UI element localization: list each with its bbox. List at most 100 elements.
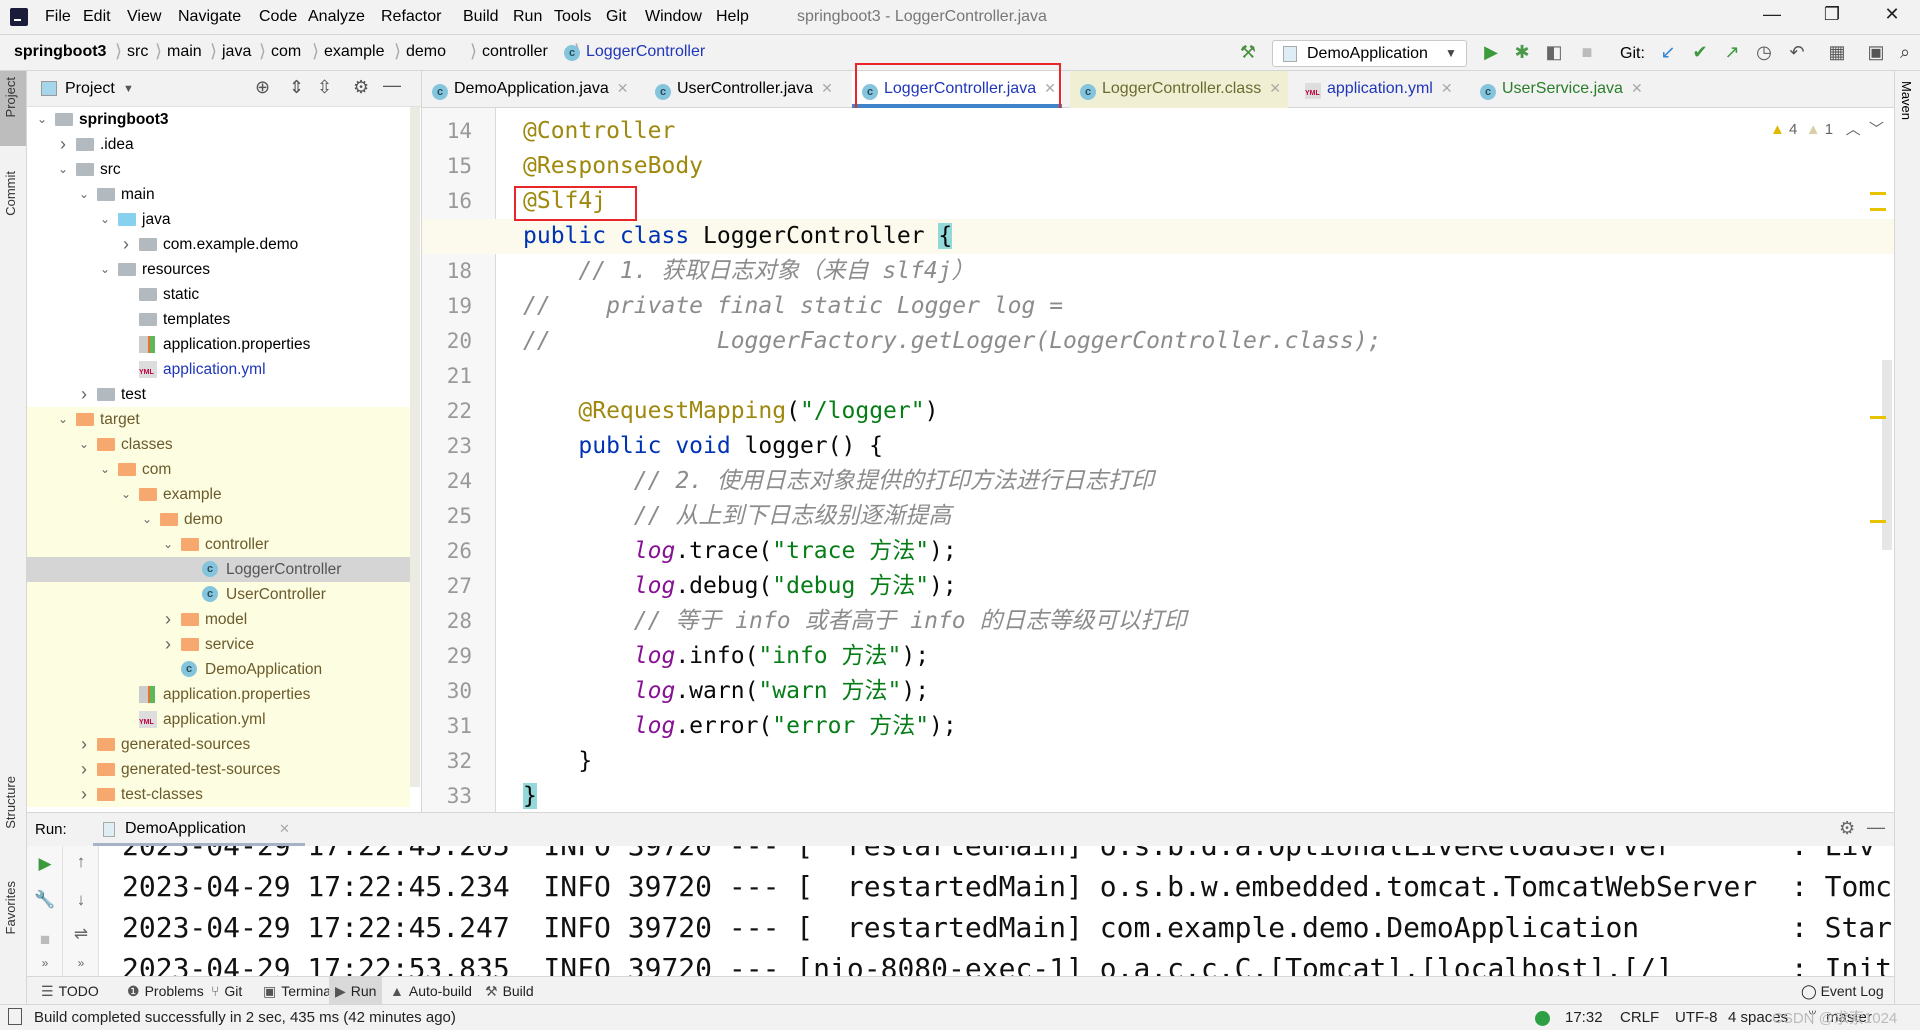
menu-code[interactable]: Code (259, 8, 297, 26)
history-clock-icon[interactable]: ◷ (1752, 42, 1776, 63)
code-line[interactable]: log.info("info 方法"); (523, 639, 929, 674)
code-line[interactable]: log.debug("debug 方法"); (523, 569, 957, 604)
tree-item[interactable]: ⌄ com (27, 457, 410, 482)
chevron-down-icon[interactable]: ⌄ (140, 507, 154, 532)
chevron-down-icon[interactable]: ⌄ (98, 257, 112, 282)
code-line[interactable]: public class LoggerController { (523, 219, 953, 254)
tree-item[interactable]: YML application.yml (27, 357, 410, 382)
wrench-icon[interactable]: 🔧 (32, 890, 58, 910)
chevron-right-icon[interactable]: › (56, 132, 70, 157)
chevron-down-icon[interactable]: ⌄ (77, 432, 91, 457)
tree-item[interactable]: › com.example.demo (27, 232, 410, 257)
tool-tab-commit[interactable]: Commit (3, 171, 18, 216)
breadcrumb-example[interactable]: example (324, 43, 384, 61)
error-stripe-mark[interactable] (1870, 208, 1886, 211)
console-output[interactable]: 2023-04-29 17:22:45.205 INFO 39720 --- [… (122, 846, 1894, 977)
code-editor[interactable]: 1415161718192021222324252627282930313233… (422, 108, 1894, 812)
close-tab-icon[interactable]: ✕ (617, 80, 629, 96)
chevron-down-icon[interactable]: ⌄ (56, 157, 70, 182)
code-line[interactable]: @ResponseBody (523, 149, 703, 184)
git-commit-check-icon[interactable]: ✔ (1688, 42, 1712, 63)
breadcrumb-loggercontroller[interactable]: LoggerController (586, 43, 705, 61)
breadcrumb-src[interactable]: src (127, 43, 148, 61)
chevron-down-icon[interactable]: ⌄ (119, 482, 133, 507)
breadcrumb-controller[interactable]: controller (482, 43, 548, 61)
menu-tools[interactable]: Tools (554, 8, 591, 26)
breadcrumb-java[interactable]: java (222, 43, 251, 61)
tool-tab-git[interactable]: ⑂ Git (205, 977, 248, 1005)
chevron-right-icon[interactable]: › (77, 782, 91, 807)
tree-item[interactable]: ⌄ classes (27, 432, 410, 457)
project-view-selector[interactable]: Project (65, 80, 115, 98)
tree-item[interactable]: › test-classes (27, 782, 410, 807)
debug-bug-icon[interactable]: ✱ (1510, 42, 1534, 63)
tree-item[interactable]: › test (27, 382, 410, 407)
menu-build[interactable]: Build (463, 8, 499, 26)
tab-demoapplication-java[interactable]: c DemoApplication.java ✕ (422, 71, 637, 108)
chevron-right-icon[interactable]: › (77, 382, 91, 407)
tree-item[interactable]: ⌄ resources (27, 257, 410, 282)
chevron-right-icon[interactable]: › (119, 232, 133, 257)
code-line[interactable]: // 1. 获取日志对象（来自 slf4j） (523, 254, 974, 289)
chevron-right-icon[interactable]: › (77, 732, 91, 757)
tree-item[interactable]: › .idea (27, 132, 410, 157)
run-tab-demoapplication[interactable]: DemoApplication ✕ (93, 813, 305, 846)
tree-item[interactable]: ⌄ example (27, 482, 410, 507)
tree-item[interactable]: › service (27, 632, 410, 657)
breadcrumb-springboot3[interactable]: springboot3 (14, 43, 106, 61)
tree-item[interactable]: › generated-sources (27, 732, 410, 757)
tree-item[interactable]: c DemoApplication (27, 657, 410, 682)
code-line[interactable]: // private final static Logger log = (523, 289, 1063, 324)
gear-icon[interactable]: ⚙ (1839, 818, 1855, 839)
error-stripe-mark[interactable] (1870, 520, 1886, 523)
tree-item[interactable]: application.properties (27, 682, 410, 707)
next-highlight-icon[interactable]: ﹀ (1869, 121, 1884, 138)
line-separator[interactable]: CRLF (1620, 1009, 1659, 1026)
chevron-right-icon[interactable]: › (161, 607, 175, 632)
tree-item[interactable]: static (27, 282, 410, 307)
scroll-down-icon[interactable]: ↓ (68, 890, 94, 910)
gear-icon[interactable]: ⚙ (353, 77, 369, 98)
chevron-down-icon[interactable]: ⌄ (98, 207, 112, 232)
presentation-icon[interactable]: ▣ (1864, 42, 1888, 63)
chevron-down-icon[interactable]: ▼ (123, 83, 134, 95)
git-update-icon[interactable]: ↙ (1656, 42, 1680, 63)
chevron-down-icon[interactable]: ⌄ (98, 457, 112, 482)
code-line[interactable]: @RequestMapping("/logger") (523, 394, 938, 429)
inspection-widget[interactable]: ▲ 4 ▲ 1 ︿ ﹀ (1770, 118, 1884, 139)
close-tab-icon[interactable]: ✕ (821, 80, 833, 96)
tree-item[interactable]: › model (27, 607, 410, 632)
collapse-all-icon[interactable]: ⇳ (317, 77, 332, 98)
more-icon[interactable]: » (32, 956, 58, 970)
chevron-down-icon[interactable]: ⌄ (35, 107, 49, 132)
project-structure-icon[interactable]: ▦ (1825, 42, 1849, 63)
tool-tab-problems[interactable]: ❶ Problems (121, 977, 210, 1005)
tree-item[interactable]: › generated-test-sources (27, 757, 410, 782)
tab-loggercontroller-class[interactable]: c LoggerController.class ✕ (1070, 71, 1288, 108)
breadcrumb-main[interactable]: main (167, 43, 202, 61)
code-line[interactable]: // 2. 使用日志对象提供的打印方法进行日志打印 (523, 464, 1154, 499)
tab-application-yml[interactable]: YML application.yml ✕ (1295, 71, 1463, 108)
error-stripe-mark[interactable] (1870, 192, 1886, 195)
rollback-icon[interactable]: ↶ (1785, 42, 1809, 63)
tool-tab-auto-build[interactable]: ▲ Auto-build (384, 977, 478, 1005)
code-line[interactable]: // 等于 info 或者高于 info 的日志等级可以打印 (523, 604, 1187, 639)
tree-item[interactable]: YML application.yml (27, 707, 410, 732)
menu-help[interactable]: Help (716, 8, 749, 26)
tree-item[interactable]: ⌄ main (27, 182, 410, 207)
close-icon[interactable]: ✕ (279, 821, 290, 837)
hide-panel-icon[interactable]: — (1867, 817, 1885, 838)
hide-panel-icon[interactable]: — (383, 75, 401, 96)
tree-item[interactable]: ⌄ controller (27, 532, 410, 557)
tool-tab-run[interactable]: ▶ Run (329, 977, 383, 1005)
tree-item[interactable]: templates (27, 307, 410, 332)
soft-wrap-icon[interactable]: ⇌ (68, 924, 94, 944)
tool-tab-maven[interactable]: Maven (1899, 81, 1914, 120)
tool-tab-terminal[interactable]: ▣ Terminal (257, 977, 340, 1005)
tree-item[interactable]: application.properties (27, 332, 410, 357)
chevron-down-icon[interactable]: ⌄ (77, 182, 91, 207)
tab-usercontroller-java[interactable]: c UserController.java ✕ (645, 71, 845, 108)
menu-edit[interactable]: Edit (83, 8, 111, 26)
code-line[interactable]: // 从上到下日志级别逐渐提高 (523, 499, 952, 534)
rerun-icon[interactable]: ▶ (32, 854, 58, 874)
